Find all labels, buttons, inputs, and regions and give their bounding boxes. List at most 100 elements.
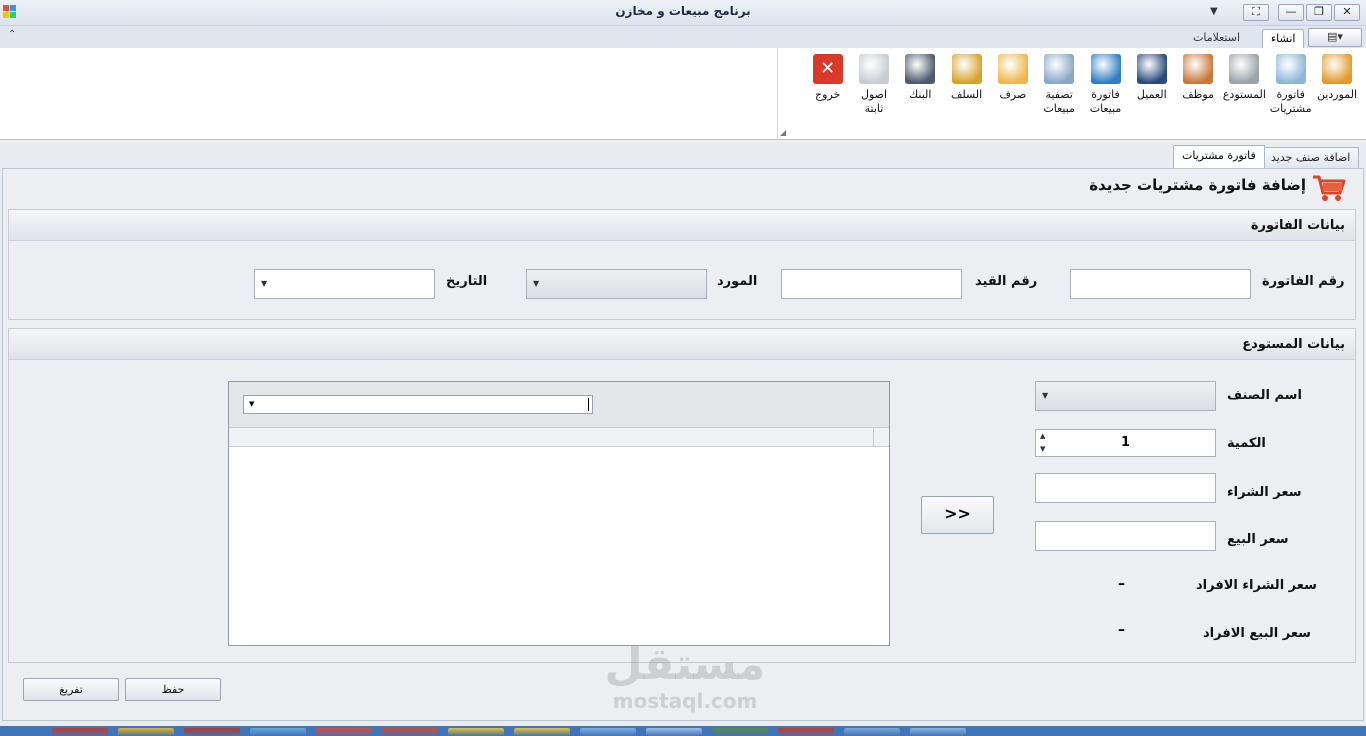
upload-box-icon — [997, 54, 1028, 84]
invoice-calculator-icon — [1275, 54, 1306, 84]
ribbon-button-label: السلف — [950, 88, 983, 101]
ribbon-button-2[interactable]: المستودع — [1221, 54, 1267, 102]
date-label: التاريخ — [446, 274, 488, 289]
ribbon-button-5[interactable]: فاتورة مبيعات — [1083, 54, 1129, 116]
coins-icon — [951, 54, 982, 84]
grid-header — [229, 428, 889, 447]
save-button[interactable]: حفظ — [125, 678, 221, 701]
purchase-price-input[interactable] — [1035, 473, 1216, 503]
chevron-down-icon: ▼ — [261, 279, 268, 288]
taskbar-item[interactable] — [382, 728, 438, 736]
supplier-select[interactable]: ▼ — [526, 269, 707, 299]
ribbon-button-label: تصفية مبيعات — [1043, 88, 1075, 115]
restore-button[interactable]: ❐ — [1306, 4, 1332, 21]
page-title: إضافة فاتورة مشتريات جديدة — [1089, 176, 1306, 194]
group-launcher-icon[interactable]: ◢ — [780, 128, 786, 137]
ribbon-button-6[interactable]: تصفية مبيعات — [1036, 54, 1082, 116]
clear-button[interactable]: تفريغ — [23, 678, 119, 701]
invoice-panel-title: بيانات الفاتورة — [1250, 218, 1345, 233]
quantity-value: 1 — [1120, 435, 1131, 450]
ribbon-tab-strip: ⌃ استعلامات انشاء ▤▾ — [0, 26, 1366, 49]
filter-icon — [1044, 54, 1075, 84]
taskbar-item[interactable] — [52, 728, 108, 736]
entry-number-label: رقم القيد — [975, 274, 1038, 289]
watermark: مستقل mostaql.com — [600, 639, 770, 713]
ribbon-button-label: البنك — [909, 88, 932, 101]
item-name-select[interactable]: ▼ — [1035, 381, 1216, 411]
window-title: برنامج مبيعات و مخازن — [615, 4, 751, 18]
ribbon-button-label: خروج — [815, 88, 841, 101]
app-menu-button[interactable]: ▤▾ — [1308, 28, 1362, 47]
entry-number-input[interactable] — [781, 269, 962, 299]
ribbon-button-label: المستودع — [1222, 88, 1266, 101]
add-to-grid-button[interactable]: >> — [921, 496, 994, 534]
sale-price-label: سعر البيع — [1227, 532, 1289, 547]
taskbar-item[interactable] — [316, 728, 372, 736]
unit-purchase-price-label: سعر الشراء الافراد — [1196, 578, 1317, 593]
taskbar-item[interactable] — [184, 728, 240, 736]
taskbar-item[interactable] — [580, 728, 636, 736]
taskbar-item[interactable] — [118, 728, 174, 736]
supplier-label: المورد — [717, 274, 758, 289]
collapse-ribbon-icon[interactable]: ⌃ — [8, 29, 16, 40]
purchase-price-label: سعر الشراء — [1227, 485, 1302, 500]
ribbon-button-label: العميل — [1136, 88, 1167, 101]
minimize-button[interactable]: — — [1278, 4, 1304, 21]
taskbar-item[interactable] — [646, 728, 702, 736]
taskbar-item[interactable] — [250, 728, 306, 736]
doc-tab-purchase-invoice[interactable]: فاتورة مشتريات — [1173, 145, 1265, 169]
item-name-label: اسم الصنف — [1227, 388, 1302, 403]
invoice-panel: بيانات الفاتورة — [8, 209, 1356, 320]
watermark-arabic: مستقل — [604, 639, 766, 690]
ribbon-button-8[interactable]: السلف — [944, 54, 990, 102]
quick-access-dropdown-icon[interactable]: ▼ — [1210, 6, 1218, 17]
unit-sale-price-value: – — [1118, 622, 1125, 638]
invoice-number-input[interactable] — [1070, 269, 1251, 299]
grid-item-select[interactable]: ▼ — [243, 395, 593, 414]
box-icon — [1322, 54, 1352, 84]
ribbon-button-3[interactable]: موظف — [1175, 54, 1221, 102]
title-bar: برنامج مبيعات و مخازن ▼ ⛶ — ❐ ✕ — [0, 0, 1366, 26]
warehouse-panel-title: بيانات المستودع — [1242, 337, 1345, 352]
ribbon-button-11[interactable]: ✕ خروج — [805, 54, 851, 102]
ribbon-button-0[interactable]: الموردين — [1314, 54, 1360, 102]
ribbon-button-7[interactable]: صرف — [990, 54, 1036, 102]
quantity-stepper[interactable]: ▲ ▼ 1 — [1035, 429, 1216, 457]
ribbon-button-10[interactable]: اصول ثابتة — [851, 54, 897, 116]
taskbar-item[interactable] — [514, 728, 570, 736]
watermark-latin: mostaql.com — [612, 689, 758, 713]
ribbon-button-label: موظف — [1182, 88, 1214, 101]
taskbar-item[interactable] — [778, 728, 834, 736]
tab-create[interactable]: انشاء — [1262, 29, 1305, 49]
ribbon-button-1[interactable]: فاتورة مشتريات — [1268, 54, 1314, 116]
sale-price-input[interactable] — [1035, 521, 1216, 551]
taskbar-item[interactable] — [712, 728, 768, 736]
unit-sale-price-label: سعر البيع الافراد — [1203, 626, 1311, 641]
ribbon-button-label: فاتورة مشتريات — [1269, 88, 1312, 115]
taskbar-item[interactable] — [844, 728, 900, 736]
customer-icon — [1136, 54, 1167, 84]
quantity-label: الكمية — [1227, 436, 1266, 451]
safe-icon — [905, 54, 936, 84]
close-window-button[interactable]: ✕ — [1334, 4, 1360, 21]
price-tag-icon — [1090, 54, 1121, 84]
fullscreen-button[interactable]: ⛶ — [1243, 4, 1269, 21]
ribbon-button-9[interactable]: البنك — [897, 54, 943, 102]
close-icon: ✕ — [812, 54, 843, 84]
ribbon-button-label: الموردين — [1316, 88, 1358, 101]
ribbon-button-label: فاتورة مبيعات — [1089, 88, 1122, 115]
ribbon-button-4[interactable]: العميل — [1129, 54, 1175, 102]
document-icon — [859, 54, 889, 84]
shopping-cart-icon — [1313, 175, 1346, 201]
taskbar-item[interactable] — [910, 728, 966, 736]
taskbar-item[interactable] — [448, 728, 504, 736]
ribbon-button-label: اصول ثابتة — [860, 88, 888, 115]
items-grid[interactable]: ▼ — [228, 381, 890, 646]
grid-header-cell — [873, 428, 889, 447]
warehouse-icon — [1229, 54, 1260, 84]
tab-queries[interactable]: استعلامات — [1185, 29, 1248, 48]
text-caret — [588, 398, 589, 411]
date-picker[interactable]: ▼ — [254, 269, 435, 299]
ribbon-button-label: صرف — [999, 88, 1027, 101]
doc-tab-add-item[interactable]: اضافة صنف جديد — [1262, 147, 1360, 168]
